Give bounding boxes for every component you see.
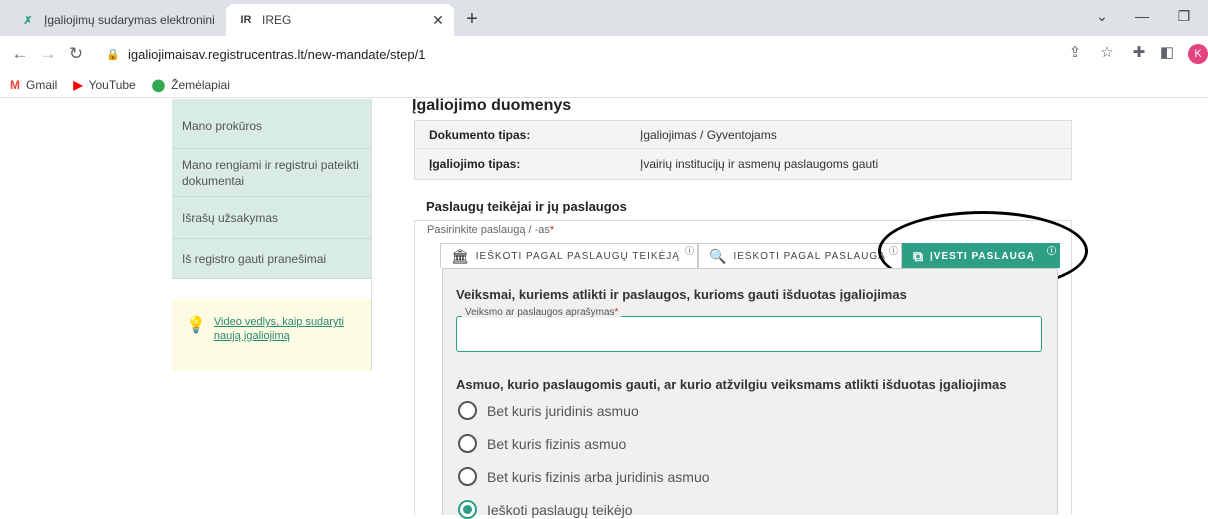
info-key: Dokumento tipas:	[429, 127, 531, 142]
lock-icon: 🔒	[106, 48, 120, 61]
close-tab-icon[interactable]: ✕	[428, 12, 448, 29]
field-legend-text: Veiksmo ar paslaugos aprašymas	[465, 307, 615, 318]
browser-toolbar: ← → ↻ 🔒 igaliojimaisav.registrucentras.l…	[0, 36, 1208, 72]
field-legend: Veiksmo ar paslaugos aprašymas*	[462, 307, 622, 318]
side-panel-icon[interactable]: ◧	[1156, 43, 1178, 61]
browser-tab-active[interactable]: IR IREG ✕	[226, 4, 454, 36]
address-bar[interactable]: 🔒 igaliojimaisav.registrucentras.lt/new-…	[106, 40, 1066, 68]
back-icon[interactable]: ←	[6, 44, 34, 64]
search-icon: 🔍	[709, 247, 728, 264]
tab-label: IEŠKOTI PAGAL PASLAUGĄ	[733, 250, 886, 262]
sidebar-item-label: Mano prokūros	[182, 118, 263, 133]
browser-tab-inactive[interactable]: ✗ Įgaliojimų sudarymas elektronini ✕	[8, 4, 248, 36]
lightbulb-icon: 💡	[186, 317, 206, 334]
select-service-label: Pasirinkite paslaugą / -as*	[427, 224, 554, 236]
tab-label: IEŠKOTI PAGAL PASLAUGŲ TEIKĖJĄ	[475, 250, 680, 262]
youtube-icon: ▶	[73, 77, 83, 92]
panel-title: Veiksmai, kuriems atlikti ir paslaugos, …	[456, 287, 907, 302]
new-tab-button[interactable]: +	[460, 8, 484, 31]
radio-label: Bet kuris fizinis asmuo	[487, 435, 627, 452]
profile-avatar[interactable]: K	[1188, 44, 1208, 64]
tab-search-by-provider[interactable]: 🏛 IEŠKOTI PAGAL PASLAUGŲ TEIKĖJĄ ⓘ	[440, 243, 698, 268]
radio-option[interactable]: Bet kuris juridinis asmuo	[458, 401, 639, 420]
radio-option[interactable]: Bet kuris fizinis asmuo	[458, 434, 626, 453]
sidebar-item-pranesimai[interactable]: Iš registro gauti pranešimai	[172, 239, 371, 279]
section-title: Įgaliojimo duomenys	[412, 97, 572, 114]
bookmark-gmail[interactable]: M Gmail	[10, 78, 57, 92]
video-guide-box: 💡 Video vedlys, kaip sudaryti naują įgal…	[172, 299, 371, 371]
services-title: Paslaugų teikėjai ir jų paslaugos	[426, 199, 627, 214]
select-service-label-text: Pasirinkite paslaugą / -as	[427, 224, 550, 236]
gmail-icon: M	[10, 77, 20, 92]
sidebar-item-dokumentai[interactable]: Mano rengiami ir registrui pateikti doku…	[172, 149, 371, 197]
forward-icon[interactable]: →	[34, 44, 62, 64]
bookmark-youtube[interactable]: ▶ YouTube	[73, 78, 135, 92]
radio-option[interactable]: Bet kuris fizinis arba juridinis asmuo	[458, 467, 710, 486]
bookmark-label: YouTube	[88, 77, 136, 92]
info-key: Įgaliojimo tipas:	[429, 157, 521, 171]
required-mark: *	[549, 224, 555, 236]
info-table: Dokumento tipas: Įgaliojimas / Gyventoja…	[414, 120, 1072, 180]
sidebar-item-label: Išrašų užsakymas	[182, 210, 279, 225]
tab-title: IREG	[262, 13, 292, 27]
browser-tab-bar: ✗ Įgaliojimų sudarymas elektronini ✕ IR …	[0, 0, 1208, 36]
radio-label: Bet kuris fizinis arba juridinis asmuo	[487, 468, 710, 485]
radio-button[interactable]	[458, 467, 477, 486]
sidebar-item-prokuros[interactable]: Mano prokūros	[172, 99, 371, 149]
sidebar-item-label: Mano rengiami ir registrui pateikti doku…	[182, 157, 359, 188]
share-icon[interactable]: ⇪	[1064, 43, 1086, 61]
bookmark-label: Žemėlapiai	[171, 77, 230, 92]
maps-icon: ⬤	[151, 77, 166, 92]
radio-option[interactable]: Ieškoti paslaugų teikėjo	[458, 500, 633, 519]
tab-search-by-service[interactable]: 🔍 IEŠKOTI PAGAL PASLAUGĄ ⓘ	[698, 243, 902, 268]
info-icon[interactable]: ⓘ	[685, 244, 695, 257]
bookmark-label: Gmail	[26, 77, 58, 92]
radio-button[interactable]	[458, 434, 477, 453]
reload-icon[interactable]: ↻	[62, 44, 90, 64]
radio-label: Ieškoti paslaugų teikėjo	[487, 501, 633, 518]
service-description-field[interactable]	[456, 316, 1042, 352]
info-row: Dokumento tipas: Įgaliojimas / Gyventoja…	[415, 121, 1071, 149]
tab-title: Įgaliojimų sudarymas elektronini	[44, 13, 215, 27]
video-guide-link[interactable]: Video vedlys, kaip sudaryti naują įgalio…	[214, 315, 361, 343]
bookmarks-bar: M Gmail ▶ YouTube ⬤ Žemėlapiai	[0, 72, 1208, 98]
tab-search-icon[interactable]: ⌄	[1090, 8, 1114, 25]
radio-group-title: Asmuo, kurio paslaugomis gauti, ar kurio…	[456, 377, 1007, 392]
minimize-icon[interactable]: —	[1130, 8, 1154, 24]
info-row: Įgaliojimo tipas: Įvairių institucijų ir…	[415, 149, 1071, 179]
ireg-logo-icon: IR	[240, 14, 252, 26]
radio-button-checked[interactable]	[458, 500, 477, 519]
info-value: Įgaliojimas / Gyventojams	[640, 127, 777, 142]
sidebar-item-label: Iš registro gauti pranešimai	[182, 251, 327, 266]
info-value: Įvairių institucijų ir asmenų paslaugoms…	[640, 157, 879, 171]
required-mark: *	[614, 307, 619, 318]
sidebar-item-israsai[interactable]: Išrašų užsakymas	[172, 197, 371, 239]
bookmark-maps[interactable]: ⬤ Žemėlapiai	[152, 78, 230, 92]
radio-button[interactable]	[458, 401, 477, 420]
restore-icon[interactable]: ❐	[1172, 8, 1196, 25]
extensions-icon[interactable]: ✚	[1128, 43, 1150, 61]
registrucentras-icon: ✗	[23, 14, 33, 27]
bank-icon: 🏛	[451, 247, 470, 264]
sidebar: Mano prokūros Mano rengiami ir registrui…	[172, 99, 372, 371]
bookmark-star-icon[interactable]: ☆	[1096, 43, 1118, 61]
url-text: igaliojimaisav.registrucentras.lt/new-ma…	[128, 46, 426, 62]
radio-label: Bet kuris juridinis asmuo	[487, 402, 639, 419]
